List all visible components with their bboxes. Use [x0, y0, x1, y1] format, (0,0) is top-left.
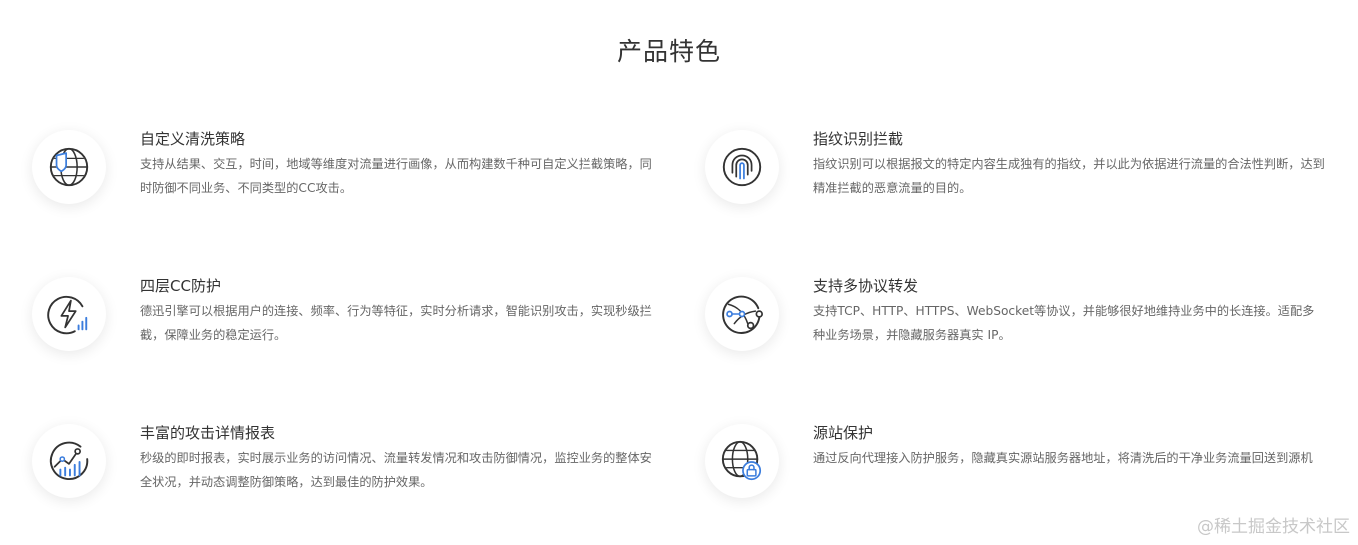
feature-multi-protocol: 支持多协议转发 支持TCP、HTTP、HTTPS、WebSocket等协议，并能…	[705, 277, 1325, 357]
feature-title: 指纹识别拦截	[813, 130, 904, 148]
feature-origin-protection: 源站保护 通过反向代理接入防护服务，隐藏真实源站服务器地址，将清洗后的干净业务流…	[705, 424, 1325, 504]
globe-shield-icon	[32, 130, 106, 204]
feature-attack-report: 丰富的攻击详情报表 秒级的即时报表，实时展示业务的访问情况、流量转发情况和攻击防…	[32, 424, 652, 504]
feature-fingerprint-block: 指纹识别拦截 指纹识别可以根据报文的特定内容生成独有的指纹，并以此为依据进行流量…	[705, 130, 1325, 210]
feature-description: 指纹识别可以根据报文的特定内容生成独有的指纹，并以此为依据进行流量的合法性判断，…	[813, 157, 1325, 195]
feature-description: 支持从结果、交互，时间，地域等维度对流量进行画像，从而构建数千种可自定义拦截策略…	[140, 157, 652, 195]
feature-title: 源站保护	[813, 424, 874, 442]
lightning-chart-icon	[32, 277, 106, 351]
feature-custom-cleaning: 自定义清洗策略 支持从结果、交互，时间，地域等维度对流量进行画像，从而构建数千种…	[32, 130, 652, 210]
feature-description: 秒级的即时报表，实时展示业务的访问情况、流量转发情况和攻击防御情况，监控业务的整…	[140, 451, 652, 489]
section-title: 产品特色	[616, 37, 721, 66]
globe-lock-icon	[705, 424, 779, 498]
feature-layer4-cc: 四层CC防护 德迅引擎可以根据用户的连接、频率、行为等特征，实时分析请求，智能识…	[32, 277, 652, 357]
feature-title: 支持多协议转发	[813, 277, 919, 295]
feature-title: 四层CC防护	[140, 277, 221, 295]
feature-description: 通过反向代理接入防护服务，隐藏真实源站服务器地址，将清洗后的干净业务流量回送到源…	[813, 451, 1313, 465]
network-protocol-icon	[705, 277, 779, 351]
feature-description: 支持TCP、HTTP、HTTPS、WebSocket等协议，并能够很好地维持业务…	[813, 304, 1315, 342]
feature-title: 自定义清洗策略	[140, 130, 246, 148]
fingerprint-icon	[705, 130, 779, 204]
watermark: @稀土掘金技术社区	[1197, 517, 1350, 537]
trend-chart-icon	[32, 424, 106, 498]
feature-title: 丰富的攻击详情报表	[140, 424, 276, 442]
feature-description: 德迅引擎可以根据用户的连接、频率、行为等特征，实时分析请求，智能识别攻击，实现秒…	[140, 304, 652, 342]
